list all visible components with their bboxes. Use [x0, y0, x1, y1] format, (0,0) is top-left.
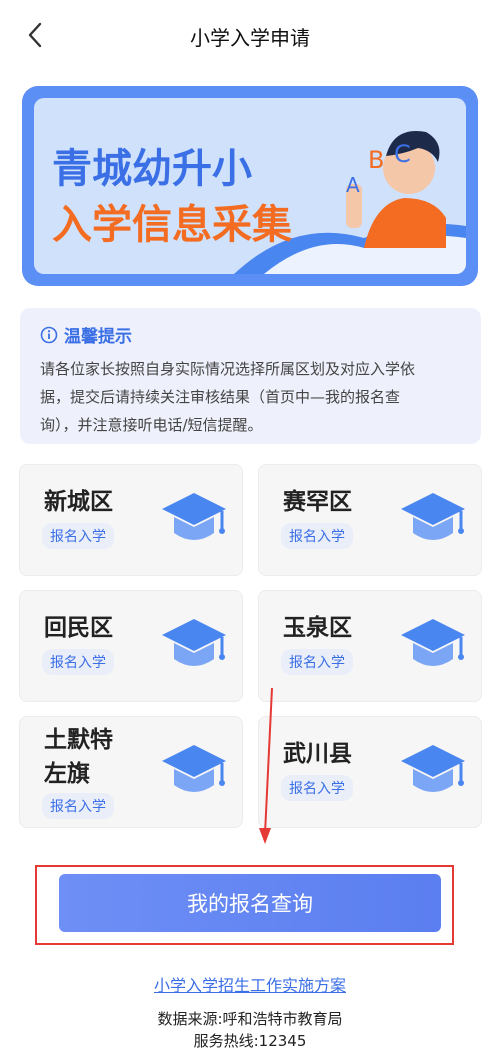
district-name: 新城区 [44, 489, 113, 515]
register-tag: 报名入学 [281, 649, 353, 675]
register-tag: 报名入学 [42, 649, 114, 675]
district-name: 玉泉区 [283, 615, 352, 641]
banner-letter: B [368, 146, 384, 174]
banner-title-line2: 入学信息采集 [52, 202, 292, 248]
data-source-text: 数据来源:呼和浩特市教育局 [157, 1010, 343, 1028]
register-tag: 报名入学 [42, 523, 114, 549]
banner: A B C 青城幼升小 入学信息采集 [22, 86, 478, 286]
tips-line: 请各位家长按照自身实际情况选择所属区划及对应入学依 [40, 360, 416, 378]
register-tag: 报名入学 [281, 523, 353, 549]
footer-info: 数据来源:呼和浩特市教育局 服务热线:12345 [0, 1008, 500, 1052]
graduation-cap-icon [401, 619, 465, 666]
graduation-cap-icon [401, 745, 465, 792]
info-circle-icon [40, 326, 58, 343]
tips-text: 请各位家长按照自身实际情况选择所属区划及对应入学依 据，提交后请持续关注审核结果… [40, 355, 461, 439]
district-card-xincheng[interactable]: 新城区 报名入学 [19, 464, 243, 576]
district-name: 赛罕区 [283, 489, 352, 515]
banner-illustration: A B C 青城幼升小 入学信息采集 [52, 131, 466, 274]
tips-title: 温馨提示 [64, 327, 132, 347]
register-tag: 报名入学 [281, 775, 353, 801]
tips-line: 据，提交后请持续关注审核结果（首页中—我的报名查 [40, 388, 401, 406]
tips-panel: 温馨提示 请各位家长按照自身实际情况选择所属区划及对应入学依 据，提交后请持续关… [20, 308, 481, 444]
district-card-yuquan[interactable]: 玉泉区 报名入学 [258, 590, 482, 702]
enrollment-plan-link[interactable]: 小学入学招生工作实施方案 [0, 972, 500, 996]
annotation-arrow [259, 687, 273, 844]
tips-line: 询），并注意接听电话/短信提醒。 [40, 416, 263, 434]
graduation-cap-icon [162, 619, 226, 666]
tips-header: 温馨提示 [40, 322, 461, 347]
my-registration-query-button[interactable]: 我的报名查询 [59, 874, 441, 932]
banner-title-line1: 青城幼升小 [52, 146, 252, 192]
service-hotline-text: 服务热线:12345 [193, 1032, 307, 1050]
graduation-cap-icon [401, 493, 465, 540]
banner-panel: A B C 青城幼升小 入学信息采集 [34, 98, 466, 274]
district-card-saihan[interactable]: 赛罕区 报名入学 [258, 464, 482, 576]
district-card-wuchuan[interactable]: 武川县 报名入学 [258, 716, 482, 828]
page-title: 小学入学申请 [190, 26, 310, 50]
register-tag: 报名入学 [42, 793, 114, 819]
district-name: 武川县 [283, 741, 352, 767]
district-name: 土默特 左旗 [44, 723, 113, 791]
graduation-cap-icon [162, 745, 226, 792]
banner-letter: A [346, 173, 360, 197]
district-name-line: 左旗 [44, 761, 90, 787]
district-name-line: 土默特 [44, 727, 113, 753]
district-name: 回民区 [44, 615, 113, 641]
district-card-tumote[interactable]: 土默特 左旗 报名入学 [19, 716, 243, 828]
district-card-huimin[interactable]: 回民区 报名入学 [19, 590, 243, 702]
top-bar: 小学入学申请 [0, 0, 500, 70]
graduation-cap-icon [162, 493, 226, 540]
banner-letter: C [394, 140, 411, 168]
